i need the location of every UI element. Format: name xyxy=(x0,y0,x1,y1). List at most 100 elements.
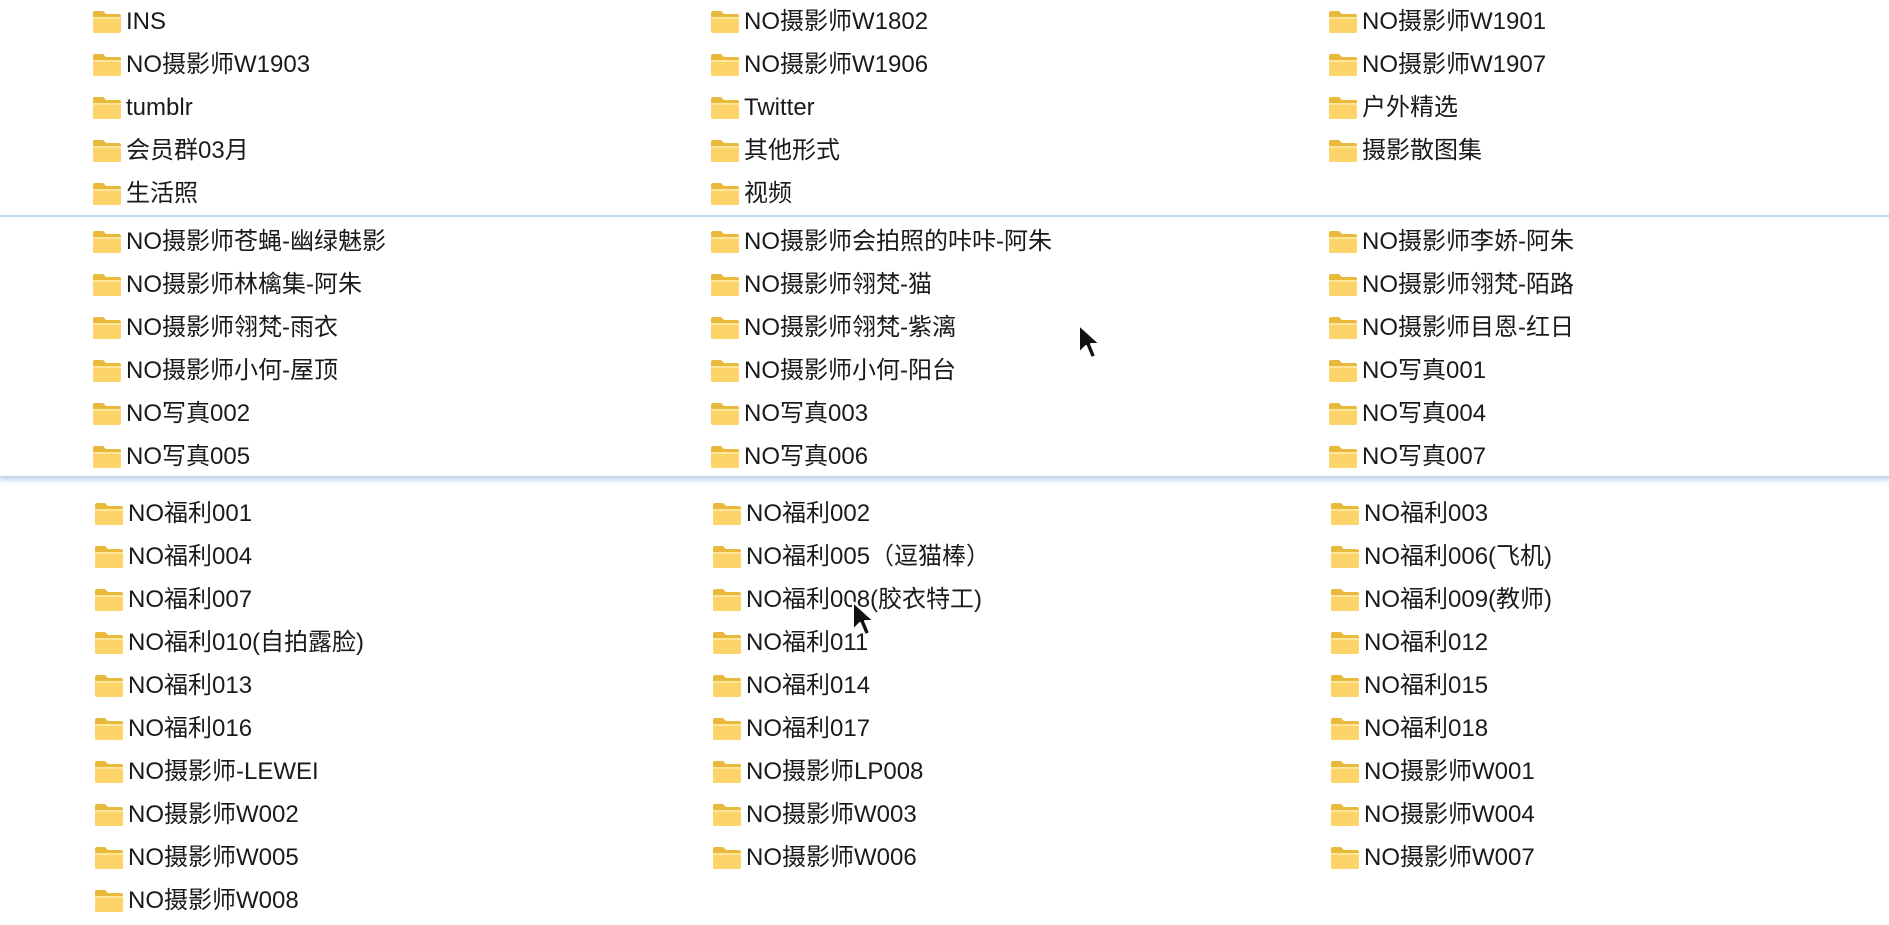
folder-icon xyxy=(711,273,739,296)
folder-item[interactable]: NO福利004 xyxy=(94,535,712,578)
folder-item[interactable]: 会员群03月 xyxy=(92,129,710,172)
folder-name: NO福利003 xyxy=(1364,500,1489,527)
folder-item[interactable]: NO摄影师翎梵-紫漓 xyxy=(710,306,1328,349)
folder-icon xyxy=(93,139,121,162)
folder-name: NO摄影师W1802 xyxy=(744,8,929,35)
folder-icon xyxy=(711,230,739,253)
folder-item[interactable]: 生活照 xyxy=(92,172,710,215)
folder-name: NO福利006(飞机) xyxy=(1364,543,1553,570)
folder-item[interactable]: NO摄影师会拍照的咔咔-阿朱 xyxy=(710,220,1328,263)
folder-item[interactable]: NO福利007 xyxy=(94,578,712,621)
folder-item[interactable]: NO福利014 xyxy=(712,664,1330,707)
folder-item[interactable]: 户外精选 xyxy=(1328,86,1889,129)
folder-name: NO摄影师W1907 xyxy=(1362,51,1547,78)
folder-name: NO摄影师W005 xyxy=(128,844,299,871)
folder-item[interactable]: NO摄影师W1907 xyxy=(1328,43,1889,86)
folder-item[interactable]: NO福利018 xyxy=(1330,707,1889,750)
folder-item[interactable]: NO摄影师翎梵-陌路 xyxy=(1328,263,1889,306)
folder-item[interactable]: NO摄影师小何-屋顶 xyxy=(92,349,710,392)
folder-item[interactable]: NO摄影师林檎集-阿朱 xyxy=(92,263,710,306)
folder-name: NO写真003 xyxy=(744,400,869,427)
folder-item[interactable]: NO福利008(胶衣特工) xyxy=(712,578,1330,621)
folder-item[interactable]: NO摄影师W008 xyxy=(94,879,712,922)
folder-item[interactable]: NO福利016 xyxy=(94,707,712,750)
folder-item[interactable]: NO摄影师W1903 xyxy=(92,43,710,86)
folder-item[interactable]: 摄影散图集 xyxy=(1328,129,1889,172)
folder-icon xyxy=(711,96,739,119)
folder-item[interactable]: NO写真005 xyxy=(92,435,710,476)
folder-icon xyxy=(1329,316,1357,339)
folder-item[interactable]: NO福利017 xyxy=(712,707,1330,750)
folder-item[interactable]: NO写真004 xyxy=(1328,392,1889,435)
folder-item[interactable]: NO摄影师W006 xyxy=(712,836,1330,879)
folder-item[interactable]: NO摄影师LP008 xyxy=(712,750,1330,793)
folder-name: NO写真001 xyxy=(1362,357,1487,384)
folder-item[interactable]: NO摄影师苍蝇-幽绿魅影 xyxy=(92,220,710,263)
folder-icon xyxy=(93,96,121,119)
folder-item[interactable]: NO摄影师李娇-阿朱 xyxy=(1328,220,1889,263)
folder-item[interactable]: NO摄影师W002 xyxy=(94,793,712,836)
folder-item[interactable]: NO摄影师小何-阳台 xyxy=(710,349,1328,392)
folder-icon xyxy=(713,588,741,611)
folder-icon xyxy=(1331,760,1359,783)
folder-item[interactable]: NO福利011 xyxy=(712,621,1330,664)
folder-item[interactable]: NO福利009(教师) xyxy=(1330,578,1889,621)
folder-item[interactable]: NO摄影师-LEWEI xyxy=(94,750,712,793)
folder-icon xyxy=(95,803,123,826)
folder-item[interactable]: NO摄影师W1901 xyxy=(1328,0,1889,43)
folder-icon xyxy=(711,445,739,468)
folder-item[interactable]: NO摄影师W007 xyxy=(1330,836,1889,879)
folder-name: NO写真006 xyxy=(744,443,869,470)
folder-item[interactable]: NO摄影师翎梵-猫 xyxy=(710,263,1328,306)
folder-item[interactable]: NO摄影师W001 xyxy=(1330,750,1889,793)
folder-icon xyxy=(93,53,121,76)
folder-item[interactable]: NO摄影师W003 xyxy=(712,793,1330,836)
folder-item[interactable]: NO摄影师翎梵-雨衣 xyxy=(92,306,710,349)
folder-icon xyxy=(1329,10,1357,33)
folder-name: 视频 xyxy=(744,180,792,207)
folder-name: NO福利005（逗猫棒） xyxy=(746,543,991,570)
folder-item[interactable]: NO福利006(飞机) xyxy=(1330,535,1889,578)
folder-item[interactable]: NO写真002 xyxy=(92,392,710,435)
folder-item[interactable]: NO写真003 xyxy=(710,392,1328,435)
folder-item[interactable]: 视频 xyxy=(710,172,1328,215)
folder-name: NO福利012 xyxy=(1364,629,1489,656)
folder-item[interactable]: NO福利012 xyxy=(1330,621,1889,664)
folder-item[interactable]: NO福利005（逗猫棒） xyxy=(712,535,1330,578)
folder-icon xyxy=(93,445,121,468)
folder-icon xyxy=(713,846,741,869)
folder-item[interactable]: Twitter xyxy=(710,86,1328,129)
folder-icon xyxy=(713,717,741,740)
folder-item[interactable]: NO福利002 xyxy=(712,492,1330,535)
folder-name: NO福利016 xyxy=(128,715,253,742)
folder-icon xyxy=(711,402,739,425)
mouse-pointer-icon xyxy=(852,601,875,636)
folder-item[interactable]: NO摄影师W1906 xyxy=(710,43,1328,86)
folder-item[interactable]: NO福利010(自拍露脸) xyxy=(94,621,712,664)
folder-item[interactable]: NO摄影师W005 xyxy=(94,836,712,879)
folder-name: NO福利004 xyxy=(128,543,253,570)
folder-icon xyxy=(95,502,123,525)
folder-name: NO福利018 xyxy=(1364,715,1489,742)
folder-group-bottom: NO福利001 NO福利002 NO福利003 NO福利004 NO福利005（逗猫棒）… xyxy=(0,478,1889,925)
folder-item[interactable]: 其他形式 xyxy=(710,129,1328,172)
folder-name: NO写真005 xyxy=(126,443,251,470)
folder-icon xyxy=(93,10,121,33)
folder-name: NO摄影师林檎集-阿朱 xyxy=(126,271,362,298)
folder-item[interactable]: INS xyxy=(92,0,710,43)
folder-name: 摄影散图集 xyxy=(1362,137,1482,164)
folder-name: NO福利017 xyxy=(746,715,871,742)
folder-item[interactable]: NO福利001 xyxy=(94,492,712,535)
folder-item[interactable]: NO福利013 xyxy=(94,664,712,707)
folder-item[interactable]: NO写真001 xyxy=(1328,349,1889,392)
folder-icon xyxy=(713,674,741,697)
folder-item[interactable]: tumblr xyxy=(92,86,710,129)
folder-item[interactable]: NO摄影师W1802 xyxy=(710,0,1328,43)
folder-item[interactable]: NO写真007 xyxy=(1328,435,1889,476)
folder-item[interactable]: NO摄影师目恩-红日 xyxy=(1328,306,1889,349)
folder-item[interactable]: NO写真006 xyxy=(710,435,1328,476)
folder-item[interactable]: NO福利015 xyxy=(1330,664,1889,707)
folder-item[interactable]: NO摄影师W004 xyxy=(1330,793,1889,836)
folder-item[interactable]: NO福利003 xyxy=(1330,492,1889,535)
folder-name: 其他形式 xyxy=(744,137,840,164)
